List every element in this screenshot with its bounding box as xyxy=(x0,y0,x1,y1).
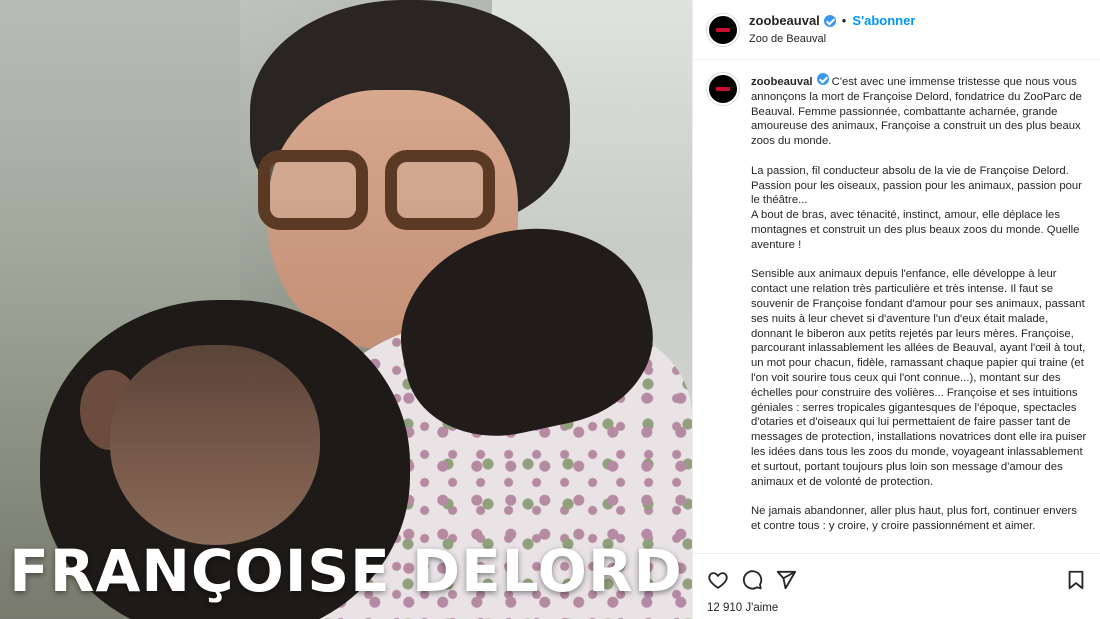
share-icon[interactable] xyxy=(775,569,797,591)
action-icons-row xyxy=(707,568,1087,592)
caption-verified-badge-icon xyxy=(816,73,829,85)
caption-username[interactable]: zoobeauval xyxy=(751,76,813,88)
caption-row: zoobeauval C'est avec une immense triste… xyxy=(707,73,1087,534)
header-username[interactable]: zoobeauval xyxy=(749,13,820,29)
comments-area[interactable]: zoobeauval C'est avec une immense triste… xyxy=(693,61,1100,553)
verified-badge-icon xyxy=(823,14,836,27)
header-top-row: zoobeauval • S'abonner xyxy=(749,13,915,29)
post-header: zoobeauval • S'abonner Zoo de Beauval xyxy=(693,0,1100,60)
photo-caption: FRANÇOISE DELORD xyxy=(9,537,683,605)
photo-glasses-right xyxy=(385,150,495,230)
header-separator: • xyxy=(841,12,847,28)
comment-icon[interactable] xyxy=(741,569,763,591)
header-text: zoobeauval • S'abonner Zoo de Beauval xyxy=(749,13,915,47)
likes-count[interactable]: 12 910 J'aime xyxy=(707,602,1087,614)
avatar[interactable] xyxy=(707,13,739,46)
post-side-panel: zoobeauval • S'abonner Zoo de Beauval zo… xyxy=(692,0,1100,619)
follow-button[interactable]: S'abonner xyxy=(852,13,915,29)
actions-bar: 12 910 J'aime xyxy=(693,553,1100,619)
photo-glasses-left xyxy=(258,150,368,230)
heart-icon[interactable] xyxy=(707,569,729,591)
photo-chimp-face xyxy=(110,345,320,545)
location-link[interactable]: Zoo de Beauval xyxy=(749,31,915,47)
caption-avatar[interactable] xyxy=(707,73,739,105)
bookmark-icon[interactable] xyxy=(1065,569,1087,591)
post-photo[interactable]: FRANÇOISE DELORD xyxy=(0,0,692,619)
caption-text: C'est avec une immense tristesse que nou… xyxy=(751,76,1087,532)
caption-body: zoobeauval C'est avec une immense triste… xyxy=(751,73,1087,534)
